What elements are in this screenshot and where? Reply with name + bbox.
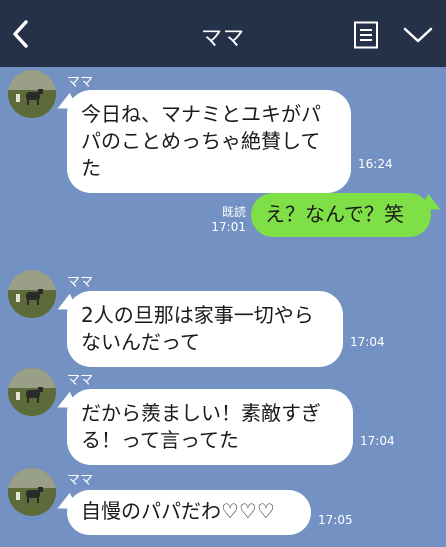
avatar-image-icon xyxy=(8,368,56,416)
message-time: 16:24 xyxy=(358,157,393,171)
message-bubble[interactable]: 自慢のパパだわ♡♡♡ xyxy=(67,490,311,535)
message-time: 17:04 xyxy=(360,434,395,448)
message-time: 17:01 xyxy=(211,220,246,234)
chat-screen: ママ ママ 今日ね、マナミとユキがパ パのことめっちゃ絶賛して た 16:24 … xyxy=(0,0,446,547)
read-label: 既読 xyxy=(221,205,246,219)
menu-toggle-button[interactable] xyxy=(400,22,436,48)
read-receipt: 既読 17:01 xyxy=(208,205,246,235)
message-bubble[interactable]: だから羨ましい！素敵すぎ る！って言ってた xyxy=(67,389,353,465)
message-time: 17:04 xyxy=(350,335,385,349)
notes-icon xyxy=(354,21,378,49)
avatar-image-icon xyxy=(8,270,56,318)
sender-name: ママ xyxy=(67,373,94,388)
sender-name: ママ xyxy=(67,75,94,90)
avatar-image-icon xyxy=(8,468,56,516)
avatar-image-icon xyxy=(8,70,56,118)
avatar[interactable] xyxy=(8,70,56,118)
avatar[interactable] xyxy=(8,468,56,516)
chevron-down-icon xyxy=(403,27,433,43)
message-bubble[interactable]: 2人の旦那は家事一切やら ないんだって xyxy=(67,291,343,367)
message-time: 17:05 xyxy=(318,513,353,527)
avatar[interactable] xyxy=(8,270,56,318)
message-bubble[interactable]: え？なんで？笑 xyxy=(251,193,431,237)
message-bubble[interactable]: 今日ね、マナミとユキがパ パのことめっちゃ絶賛して た xyxy=(67,90,351,193)
sender-name: ママ xyxy=(67,473,94,488)
chat-header: ママ xyxy=(0,0,446,67)
notes-button[interactable] xyxy=(351,20,381,50)
avatar[interactable] xyxy=(8,368,56,416)
sender-name: ママ xyxy=(67,275,94,290)
